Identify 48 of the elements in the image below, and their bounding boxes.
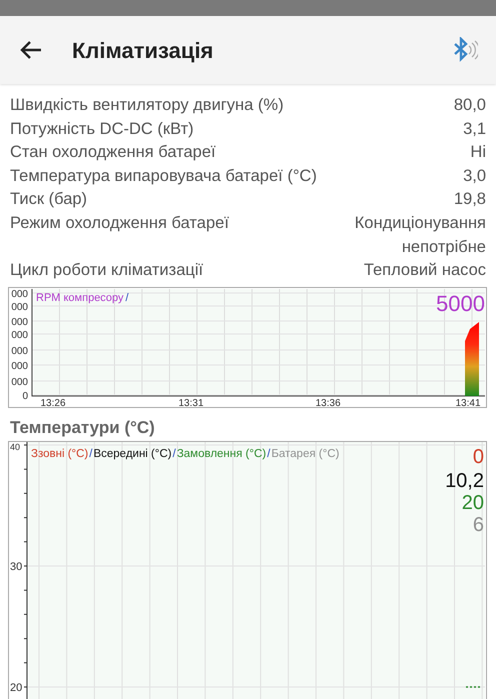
axis-label: 30 [10,560,22,573]
field-label: Тиск (бар) [10,189,88,210]
axis-label: 40 [10,442,20,452]
axis-label: 000 [11,288,28,300]
legend-label: Батарея (°C) [271,448,340,460]
legend-label: Ззовні (°C) [31,448,88,460]
axis-label: 000 [11,360,28,372]
current-value: 6 [472,514,484,536]
current-value: 0 [472,446,484,468]
field-label: Швидкість вентилятору двигуна (%) [10,95,284,116]
field-value: Кондиціонування непотрібне [354,212,486,258]
field-label: Режим охолодження батареї [10,212,229,234]
field-label: Стан охолодження батареї [10,142,216,164]
axis-label: 13:36 [315,398,341,409]
current-value: 10,2 [445,470,484,492]
field-value: Ні [470,142,486,164]
axis-label: 000 [11,316,28,328]
screen-title: Кліматизація [72,36,214,64]
field-label: Температура випаровувача батареї (°C) [10,166,317,187]
field-value: 19,8 [454,189,486,210]
axis-label: 0 [22,390,28,402]
current-value: 5000 [436,290,485,316]
legend-separator: / [172,448,176,460]
axis-label: 13:31 [178,398,204,409]
legend-separator: / [126,292,129,304]
axis-label: 13:41 [455,398,481,409]
axis-label: 000 [11,330,28,341]
axis-label: 000 [11,346,28,357]
legend-separator: / [89,448,92,460]
axis-label: 000 [11,376,28,388]
legend-separator: / [267,448,270,460]
field-value: 3,1 [463,118,486,140]
axis-label: 13:26 [40,398,66,409]
temperature-line [466,686,480,688]
legend-label: Замовлення (°C) [176,448,266,460]
field-value: Тепловий насос [364,260,486,282]
field-value: 80,0 [454,95,486,116]
section-title: Температури (°C) [10,416,156,439]
legend-label: RPM компресору [36,292,124,304]
field-label: Потужність DC-DC (кВт) [10,118,194,140]
current-value: 20 [462,492,484,514]
legend-label: Всередині (°C) [93,448,172,460]
bluetooth-icon [452,37,478,63]
back-icon[interactable] [20,40,42,60]
field-value: 3,0 [463,166,486,187]
axis-label: 20 [10,682,22,694]
field-label: Цикл роботи кліматизації [10,260,204,282]
axis-label: 000 [11,302,28,313]
